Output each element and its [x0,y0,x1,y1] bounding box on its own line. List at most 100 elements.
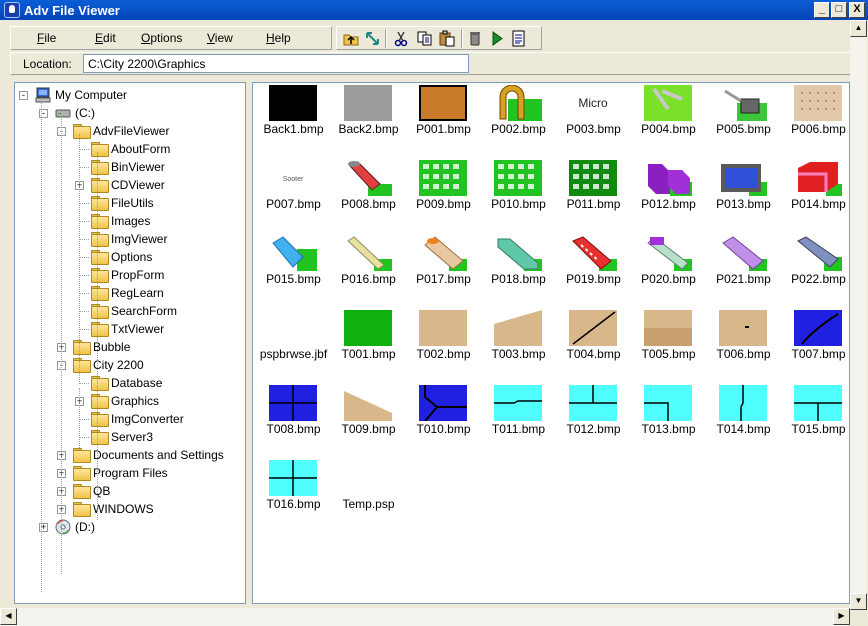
tree-node[interactable]: + Graphics [15,392,245,410]
file-item[interactable]: T014.bmp [706,383,781,455]
file-item[interactable]: P010.bmp [481,158,556,230]
tree-node[interactable]: RegLearn [15,284,245,302]
folder-tree[interactable]: - My Computer - (C:) - AdvFileViewer AboutForm… [14,82,246,604]
file-item[interactable]: P021.bmp [706,233,781,305]
cut-button[interactable] [391,29,411,48]
tree-node[interactable]: AboutForm [15,140,245,158]
tree-node[interactable]: - City 2200 [15,356,245,374]
folder-icon [91,412,109,427]
file-item[interactable]: Sooter P007.bmp [256,158,331,230]
file-item[interactable]: T011.bmp [481,383,556,455]
file-item[interactable]: Temp.psp [331,458,406,530]
tree-node[interactable]: + Program Files [15,464,245,482]
file-item[interactable]: P002.bmp [481,83,556,155]
file-item[interactable]: pspbrwse.jbf [256,308,331,380]
menu-view[interactable]: View [207,31,233,45]
tree-node[interactable]: Server3 [15,428,245,446]
tree-node[interactable]: + Bubble [15,338,245,356]
file-item[interactable]: P008.bmp [331,158,406,230]
file-item[interactable]: Back1.bmp [256,83,331,155]
file-list[interactable]: Back1.bmp Back2.bmp P001.bmp P002.bmp Micro P… [252,82,850,604]
file-item[interactable]: P005.bmp [706,83,781,155]
file-name: P017.bmp [416,272,471,286]
file-item[interactable]: T003.bmp [481,308,556,380]
file-item[interactable]: P012.bmp [631,158,706,230]
paste-button[interactable] [437,29,457,48]
file-item[interactable]: P015.bmp [256,233,331,305]
file-item[interactable]: T012.bmp [556,383,631,455]
tree-node[interactable]: + QB [15,482,245,500]
tree-node[interactable]: PropForm [15,266,245,284]
tree-node[interactable]: - My Computer [15,86,245,104]
resize-button[interactable] [363,29,383,48]
tree-node[interactable]: Database [15,374,245,392]
tree-node[interactable]: - (C:) [15,104,245,122]
tree-node[interactable]: - AdvFileViewer [15,122,245,140]
scroll-left-button[interactable]: ◀ [0,608,17,625]
tree-node-label: SearchForm [111,304,178,318]
menu-options[interactable]: Options [141,31,182,45]
file-item[interactable]: P011.bmp [556,158,631,230]
tree-node[interactable]: BinViewer [15,158,245,176]
file-item[interactable]: T016.bmp [256,458,331,530]
tree-node[interactable]: + WINDOWS [15,500,245,518]
file-item[interactable]: T010.bmp [406,383,481,455]
file-item[interactable]: P009.bmp [406,158,481,230]
file-item[interactable]: P013.bmp [706,158,781,230]
file-item[interactable]: T006.bmp [706,308,781,380]
app-icon[interactable] [4,2,20,18]
file-item[interactable]: P014.bmp [781,158,849,230]
file-item[interactable]: Back2.bmp [331,83,406,155]
file-item[interactable]: P019.bmp [556,233,631,305]
file-item[interactable]: Micro P003.bmp [556,83,631,155]
file-item[interactable]: T008.bmp [256,383,331,455]
maximize-button[interactable]: □ [831,2,847,18]
tree-node[interactable]: Images [15,212,245,230]
file-thumbnail [719,385,767,421]
copy-button[interactable] [415,29,435,48]
file-item[interactable]: T015.bmp [781,383,849,455]
scroll-right-button[interactable]: ▶ [833,608,850,625]
tree-node[interactable]: + Documents and Settings [15,446,245,464]
menu-edit[interactable]: Edit [95,31,116,45]
tree-node[interactable]: FileUtils [15,194,245,212]
folder-up-button[interactable] [341,29,361,48]
file-item[interactable]: T004.bmp [556,308,631,380]
collapse-toggle[interactable]: - [19,91,28,100]
tree-node[interactable]: SearchForm [15,302,245,320]
file-item[interactable]: P020.bmp [631,233,706,305]
file-item[interactable]: T001.bmp [331,308,406,380]
tree-node[interactable]: + CDViewer [15,176,245,194]
file-item[interactable]: T005.bmp [631,308,706,380]
tree-node[interactable]: ImgViewer [15,230,245,248]
run-button[interactable] [487,29,507,48]
delete-button[interactable] [465,29,485,48]
file-item[interactable]: P004.bmp [631,83,706,155]
file-item[interactable]: P017.bmp [406,233,481,305]
file-item[interactable]: T002.bmp [406,308,481,380]
scroll-up-button[interactable]: ▲ [850,20,867,37]
menu-file[interactable]: File [37,31,56,45]
file-item[interactable]: T007.bmp [781,308,849,380]
properties-button[interactable] [509,29,529,48]
file-item[interactable]: P001.bmp [406,83,481,155]
tree-node[interactable]: ImgConverter [15,410,245,428]
location-input[interactable] [83,54,469,73]
scroll-down-button[interactable]: ▼ [850,593,867,610]
minimize-button[interactable]: _ [814,2,830,18]
folder-icon [91,286,109,301]
file-item[interactable]: P016.bmp [331,233,406,305]
horizontal-scrollbar[interactable]: ◀ ▶ [0,608,850,626]
file-item[interactable]: T013.bmp [631,383,706,455]
file-item[interactable]: P022.bmp [781,233,849,305]
tree-node[interactable]: + (D:) [15,518,245,536]
file-item[interactable]: T009.bmp [331,383,406,455]
file-item[interactable]: P006.bmp [781,83,849,155]
title-bar[interactable]: Adv File Viewer _ □ X [0,0,868,20]
file-item[interactable]: P018.bmp [481,233,556,305]
vertical-scrollbar[interactable]: ▲ ▼ [850,20,867,610]
tree-node[interactable]: TxtViewer [15,320,245,338]
tree-node[interactable]: Options [15,248,245,266]
menu-help[interactable]: Help [266,31,291,45]
close-button[interactable]: X [849,2,865,18]
